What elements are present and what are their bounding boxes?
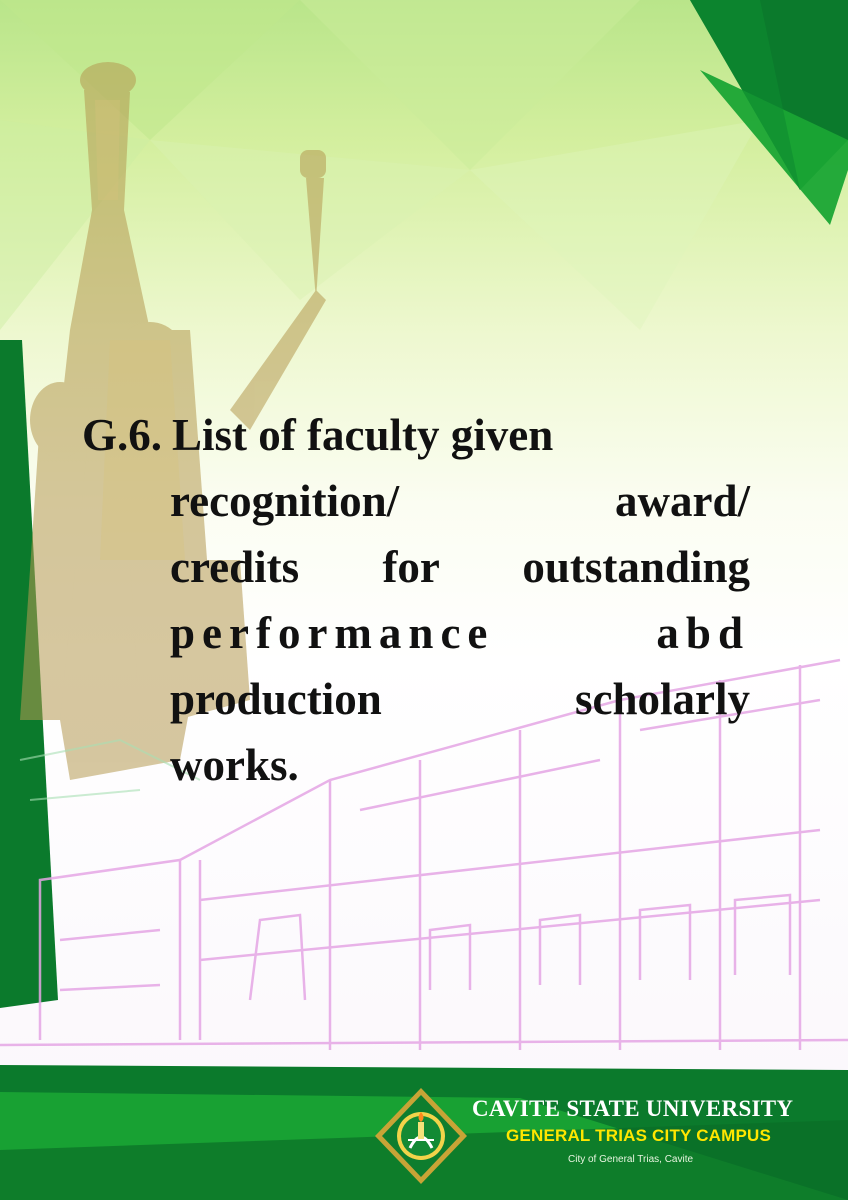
university-branding: CAVITE STATE UNIVERSITY GENERAL TRIAS CI… — [372, 1086, 842, 1186]
campus-location: City of General Trias, Cavite — [568, 1154, 694, 1165]
document-cover-page: G.6. List of faculty given recognition/ a… — [0, 0, 848, 1200]
title-line-2: recognition/ award/ — [170, 476, 750, 526]
title-line-1: List of faculty given — [172, 410, 554, 460]
title-number: G.6. — [82, 410, 163, 460]
title-line-6: works. — [170, 740, 299, 790]
university-name: CAVITE STATE UNIVERSITY — [472, 1096, 794, 1121]
title-line-3: credits for outstanding — [170, 542, 750, 592]
title-line-4: performance abd — [170, 608, 750, 658]
title-line-5: production scholarly — [170, 674, 750, 724]
campus-name: GENERAL TRIAS CITY CAMPUS — [506, 1126, 772, 1145]
university-seal-icon — [375, 1088, 467, 1184]
page-title: G.6. List of faculty given recognition/ a… — [82, 402, 750, 798]
